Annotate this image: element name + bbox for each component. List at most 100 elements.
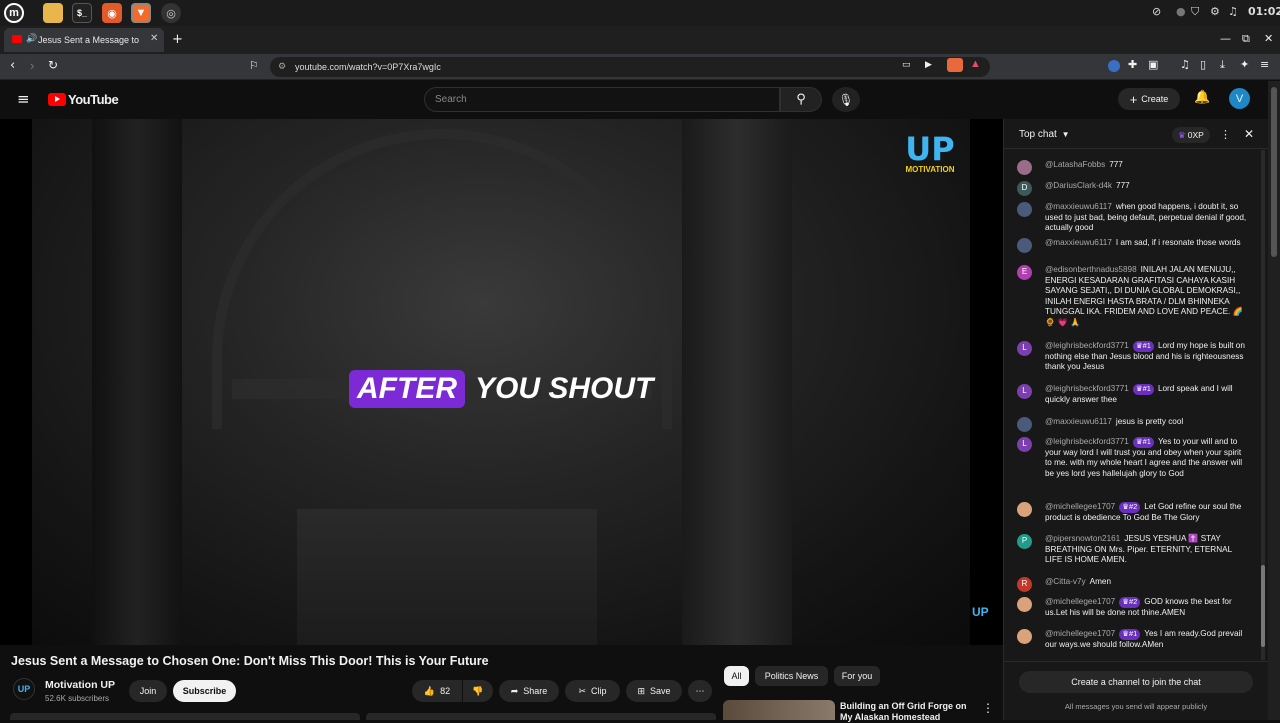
chat-message[interactable]: @LatashaFobbs 777: [1017, 160, 1247, 175]
browser-tab[interactable]: 🔊 Jesus Sent a Message to Ch ✕: [4, 28, 164, 52]
chip-for-you[interactable]: For you: [834, 666, 880, 686]
chat-author-avatar[interactable]: L: [1017, 437, 1032, 452]
chat-message[interactable]: E @edisonberthnadus5898 INILAH JALAN MENUJ…: [1017, 265, 1247, 329]
chat-author-name[interactable]: @pipersnowton2161: [1045, 534, 1120, 543]
recommended-thumbnail[interactable]: [723, 700, 835, 720]
chat-message[interactable]: R @Citta-v7y Amen: [1017, 577, 1247, 592]
hamburger-menu-icon[interactable]: ≡: [17, 90, 30, 108]
chat-author-name[interactable]: @maxxieuwu6117: [1045, 238, 1112, 247]
cast-icon[interactable]: ▭: [902, 60, 911, 70]
brave-icon[interactable]: ▼: [131, 3, 151, 23]
send-icon[interactable]: ▶: [925, 60, 932, 70]
chat-message[interactable]: P @pipersnowton2161 JESUS YESHUA ✝️ STAY B…: [1017, 534, 1247, 566]
chat-author-name[interactable]: @michellegee1707: [1045, 629, 1115, 638]
url-text[interactable]: youtube.com/watch?v=0P7Xra7wgIc: [295, 62, 441, 72]
chat-author-avatar[interactable]: [1017, 238, 1032, 253]
chat-message[interactable]: @maxxieuwu6117 I am sad, if i resonate th…: [1017, 238, 1247, 253]
chat-author-avatar[interactable]: P: [1017, 534, 1032, 549]
chat-message[interactable]: @maxxieuwu6117 when good happens, i doubt…: [1017, 202, 1247, 234]
create-button[interactable]: + Create: [1118, 88, 1180, 110]
comments-box[interactable]: [366, 713, 716, 720]
create-channel-button[interactable]: Create a channel to join the chat: [1019, 671, 1253, 693]
music-icon[interactable]: ♫: [1228, 5, 1238, 18]
channel-name[interactable]: Motivation UP: [45, 679, 115, 691]
sidebar-icon[interactable]: ▯: [1200, 58, 1206, 71]
chat-author-avatar[interactable]: [1017, 502, 1032, 517]
wallet-icon[interactable]: ▣: [1148, 58, 1158, 71]
share-button[interactable]: ➦ Share: [499, 680, 559, 702]
video-player[interactable]: AFTER YOU SHOUT UP MOTIVATION UP: [0, 119, 1003, 645]
update-icon[interactable]: ●: [1176, 5, 1186, 18]
account-avatar[interactable]: V: [1229, 88, 1250, 109]
chat-message[interactable]: L @leighrisbeckford3771 ♛#1 Lord my hope is…: [1017, 341, 1247, 373]
chat-author-avatar[interactable]: L: [1017, 384, 1032, 399]
network-icon[interactable]: ⊘: [1152, 5, 1161, 18]
reload-icon[interactable]: ↻: [48, 58, 58, 72]
leo-icon[interactable]: ✦: [1240, 58, 1249, 71]
top-chat-dropdown[interactable]: Top chat ▼: [1019, 129, 1070, 140]
voice-search-button[interactable]: 🎙: [832, 87, 860, 112]
chat-message[interactable]: L @leighrisbeckford3771 ♛#1 Lord speak and …: [1017, 384, 1247, 405]
file-manager-icon[interactable]: [43, 3, 63, 23]
chat-author-avatar[interactable]: L: [1017, 341, 1032, 356]
description-box[interactable]: [10, 713, 360, 720]
recommended-menu-icon[interactable]: ⋮: [982, 701, 994, 715]
join-button[interactable]: Join: [129, 680, 167, 702]
search-input[interactable]: Search: [435, 94, 467, 105]
chat-message[interactable]: @maxxieuwu6117 jesus is pretty cool: [1017, 417, 1247, 432]
chat-scrollbar-thumb[interactable]: [1261, 565, 1265, 647]
chat-author-name[interactable]: @maxxieuwu6117: [1045, 202, 1112, 211]
chat-message[interactable]: D @DariusClark-d4k 777: [1017, 181, 1247, 196]
chat-author-name[interactable]: @DariusClark-d4k: [1045, 181, 1112, 190]
chip-all[interactable]: All: [724, 666, 749, 686]
bookmark-icon[interactable]: ⚐: [249, 59, 259, 72]
chat-message[interactable]: @michellegee1707 ♛#2 GOD knows the best fo…: [1017, 597, 1247, 618]
notifications-bell-icon[interactable]: 🔔: [1194, 90, 1210, 105]
clip-button[interactable]: ✂ Clip: [565, 680, 620, 702]
points-badge[interactable]: ♛ 0XP: [1172, 127, 1210, 143]
network-tray-icon[interactable]: ⚙: [1210, 5, 1220, 18]
save-button[interactable]: ⊞ Save: [626, 680, 682, 702]
chat-message[interactable]: L @leighrisbeckford3771 ♛#1 Yes to your wil…: [1017, 437, 1247, 479]
extensions-icon[interactable]: ✚: [1128, 58, 1137, 71]
search-box[interactable]: Search: [424, 87, 780, 112]
close-window-icon[interactable]: ✕: [1264, 32, 1273, 45]
chat-author-avatar[interactable]: [1017, 160, 1032, 175]
chat-author-name[interactable]: @michellegee1707: [1045, 597, 1115, 606]
close-chat-icon[interactable]: ✕: [1244, 127, 1254, 141]
brave-rewards-icon[interactable]: ▲: [970, 58, 981, 70]
page-scrollbar[interactable]: [1268, 81, 1280, 720]
chat-author-avatar[interactable]: D: [1017, 181, 1032, 196]
subscribe-button[interactable]: Subscribe: [173, 680, 236, 702]
back-icon[interactable]: ‹: [10, 58, 15, 73]
page-scrollbar-thumb[interactable]: [1271, 87, 1277, 257]
minimize-icon[interactable]: —: [1220, 32, 1231, 45]
chat-author-name[interactable]: @maxxieuwu6117: [1045, 417, 1112, 426]
like-button[interactable]: 👍 82: [412, 680, 462, 702]
chat-author-avatar[interactable]: E: [1017, 265, 1032, 280]
clock[interactable]: 01:02: [1248, 5, 1280, 18]
chat-author-name[interactable]: @leighrisbeckford3771: [1045, 384, 1129, 393]
mint-menu-icon[interactable]: m: [4, 3, 24, 23]
chat-menu-icon[interactable]: ⋮: [1220, 128, 1231, 141]
menu-icon[interactable]: ≡: [1260, 58, 1269, 71]
firefox-icon[interactable]: ◉: [102, 3, 122, 23]
dislike-button[interactable]: 👎: [463, 680, 493, 702]
forward-icon[interactable]: ›: [30, 58, 34, 73]
app-icon[interactable]: ◎: [161, 3, 181, 23]
channel-avatar[interactable]: UP: [13, 678, 35, 700]
chat-message[interactable]: @michellegee1707 ♛#2 Let God refine our so…: [1017, 502, 1247, 523]
chat-author-name[interactable]: @Citta-v7y: [1045, 577, 1086, 586]
chat-author-avatar[interactable]: [1017, 417, 1032, 432]
chat-author-avatar[interactable]: [1017, 629, 1032, 644]
new-tab-icon[interactable]: +: [172, 32, 183, 47]
more-actions-button[interactable]: ⋯: [688, 680, 712, 702]
chat-author-avatar[interactable]: [1017, 597, 1032, 612]
chat-author-name[interactable]: @michellegee1707: [1045, 502, 1115, 511]
chat-author-name[interactable]: @leighrisbeckford3771: [1045, 341, 1129, 350]
brave-shield-icon[interactable]: [947, 58, 963, 72]
chat-author-name[interactable]: @edisonberthnadus5898: [1045, 265, 1137, 274]
maximize-icon[interactable]: ⧉: [1242, 32, 1250, 46]
profile-icon[interactable]: [1108, 60, 1120, 72]
chip-politics-news[interactable]: Politics News: [755, 666, 828, 686]
